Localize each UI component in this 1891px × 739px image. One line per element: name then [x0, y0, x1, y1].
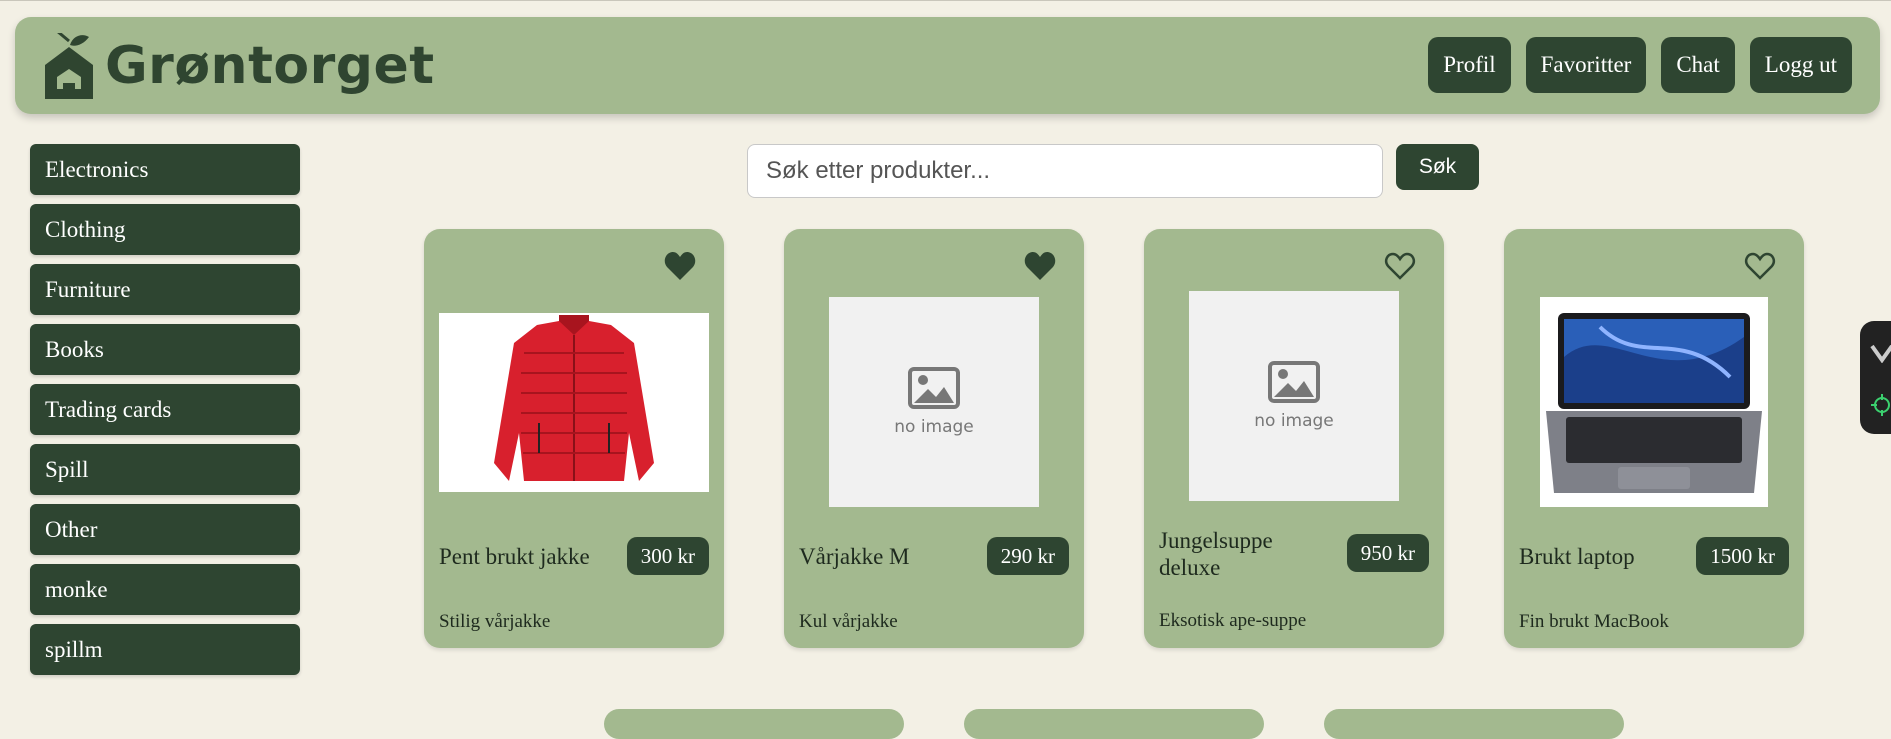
- search-input[interactable]: [747, 144, 1383, 198]
- product-image[interactable]: [439, 313, 709, 492]
- profile-button[interactable]: Profil: [1428, 37, 1511, 93]
- image-placeholder-icon: [908, 367, 960, 409]
- product-image[interactable]: no image: [1189, 291, 1399, 501]
- heart-outline-icon[interactable]: [1384, 251, 1416, 281]
- category-trading-cards[interactable]: Trading cards: [30, 384, 300, 435]
- product-description: Kul vårjakke: [799, 611, 898, 632]
- product-description: Eksotisk ape-suppe: [1159, 610, 1307, 631]
- image-placeholder-icon: [1268, 361, 1320, 403]
- search-bar: Søk: [747, 144, 1479, 198]
- product-card[interactable]: [604, 709, 904, 739]
- heart-filled-icon[interactable]: [1024, 251, 1056, 281]
- price-badge: 1500 kr: [1696, 537, 1789, 575]
- product-card[interactable]: Pent brukt jakke 300 kr Stilig vårjakke: [424, 229, 724, 648]
- category-other[interactable]: Other: [30, 504, 300, 555]
- logo[interactable]: Grøntorget: [43, 31, 435, 101]
- chevron-v-icon: [1870, 344, 1891, 363]
- product-title: Vårjakke M: [799, 544, 910, 569]
- category-sidebar: Electronics Clothing Furniture Books Tra…: [30, 144, 300, 684]
- heart-outline-icon[interactable]: [1744, 251, 1776, 281]
- category-electronics[interactable]: Electronics: [30, 144, 300, 195]
- product-description: Stilig vårjakke: [439, 611, 551, 632]
- search-button[interactable]: Søk: [1396, 144, 1479, 190]
- price-badge: 290 kr: [986, 537, 1069, 575]
- product-card[interactable]: [1324, 709, 1624, 739]
- target-icon: [1871, 394, 1890, 416]
- product-description: Fin brukt MacBook: [1519, 611, 1669, 632]
- no-image-label: no image: [894, 417, 974, 437]
- category-spill[interactable]: Spill: [30, 444, 300, 495]
- no-image-label: no image: [1254, 411, 1334, 431]
- product-card[interactable]: Brukt laptop 1500 kr Fin brukt MacBook: [1504, 229, 1804, 648]
- product-title: Jungelsuppe deluxe: [1159, 528, 1273, 580]
- logo-text: Grøntorget: [105, 36, 435, 96]
- category-books[interactable]: Books: [30, 324, 300, 375]
- product-image[interactable]: [1540, 297, 1768, 507]
- category-furniture[interactable]: Furniture: [30, 264, 300, 315]
- red-jacket-image: [439, 313, 709, 492]
- price-badge: 950 kr: [1346, 534, 1429, 572]
- product-title: Brukt laptop: [1519, 544, 1635, 569]
- product-image[interactable]: no image: [829, 297, 1039, 507]
- logout-button[interactable]: Logg ut: [1749, 37, 1852, 93]
- product-card[interactable]: no image Jungelsuppe deluxe 950 kr Eksot…: [1144, 229, 1444, 648]
- top-nav: Profil Favoritter Chat Logg ut: [1428, 37, 1852, 93]
- category-monke[interactable]: monke: [30, 564, 300, 615]
- header-bar: Grøntorget Profil Favoritter Chat Logg u…: [15, 17, 1880, 114]
- product-card[interactable]: [964, 709, 1264, 739]
- price-badge: 300 kr: [626, 537, 709, 575]
- heart-filled-icon[interactable]: [664, 251, 696, 281]
- product-title: Pent brukt jakke: [439, 544, 590, 569]
- favorites-button[interactable]: Favoritter: [1525, 37, 1647, 93]
- category-spillm[interactable]: spillm: [30, 624, 300, 675]
- category-clothing[interactable]: Clothing: [30, 204, 300, 255]
- chat-button[interactable]: Chat: [1661, 37, 1735, 93]
- floating-extension-widget[interactable]: [1860, 321, 1891, 434]
- product-card[interactable]: no image Vårjakke M 290 kr Kul vårjakke: [784, 229, 1084, 648]
- house-logo-icon: [45, 33, 93, 99]
- macbook-image: [1540, 297, 1768, 507]
